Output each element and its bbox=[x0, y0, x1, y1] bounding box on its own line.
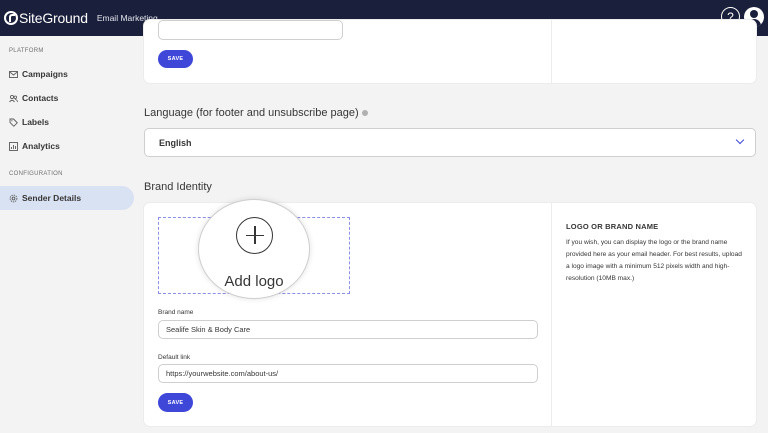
gear-icon bbox=[9, 194, 18, 203]
chart-icon bbox=[9, 141, 18, 151]
brand-save-button[interactable]: SAVE bbox=[158, 393, 193, 412]
users-icon bbox=[9, 94, 18, 103]
sidebar-item-label: Campaigns bbox=[22, 69, 68, 79]
mail-icon bbox=[9, 70, 18, 79]
default-link-input[interactable]: https://yourwebsite.com/about-us/ bbox=[158, 364, 538, 383]
top-card-save-button[interactable]: SAVE bbox=[158, 50, 193, 68]
add-logo-button[interactable]: Add logo bbox=[198, 199, 310, 299]
tag-icon bbox=[9, 118, 18, 127]
section-title-platform: PLATFORM bbox=[9, 48, 44, 54]
sidebar-item-label: Labels bbox=[22, 117, 49, 127]
brand-name-input[interactable]: Sealife Skin & Body Care bbox=[158, 320, 538, 339]
logo-info-title: LOGO OR BRAND NAME bbox=[566, 222, 659, 231]
sidebar-item-campaigns[interactable]: Campaigns bbox=[0, 62, 134, 86]
top-card-input[interactable] bbox=[158, 20, 343, 40]
chevron-down-icon bbox=[735, 135, 745, 145]
siteground-logo[interactable]: SiteGround bbox=[4, 0, 88, 36]
plus-icon bbox=[236, 217, 273, 254]
brand-identity-heading: Brand Identity bbox=[144, 181, 212, 193]
sidebar-item-label: Analytics bbox=[22, 141, 60, 151]
info-icon[interactable] bbox=[361, 110, 368, 117]
language-select-value: English bbox=[159, 137, 192, 148]
sidebar-item-contacts[interactable]: Contacts bbox=[0, 86, 134, 110]
siteground-logo-icon bbox=[4, 11, 18, 25]
logo-info-text: If you wish, you can display the logo or… bbox=[566, 239, 742, 282]
section-title-configuration: CONFIGURATION bbox=[9, 171, 63, 177]
top-settings-card: SAVE bbox=[144, 20, 756, 83]
language-select[interactable]: English bbox=[144, 128, 756, 157]
logo-text: SiteGround bbox=[19, 10, 88, 26]
add-logo-label: Add logo bbox=[224, 273, 284, 290]
sidebar-item-sender-details[interactable]: Sender Details bbox=[0, 186, 134, 210]
user-icon bbox=[750, 10, 758, 18]
language-heading: Language (for footer and unsubscribe pag… bbox=[144, 107, 368, 119]
default-link-label: Default link bbox=[158, 354, 191, 361]
sidebar-item-label: Contacts bbox=[22, 93, 59, 103]
sidebar-item-label: Sender Details bbox=[22, 193, 82, 203]
sidebar-item-labels[interactable]: Labels bbox=[0, 110, 134, 134]
sidebar: PLATFORM Campaigns Contacts Labels Analy… bbox=[0, 36, 134, 433]
sidebar-item-analytics[interactable]: Analytics bbox=[0, 134, 134, 158]
brand-name-label: Brand name bbox=[158, 309, 194, 316]
